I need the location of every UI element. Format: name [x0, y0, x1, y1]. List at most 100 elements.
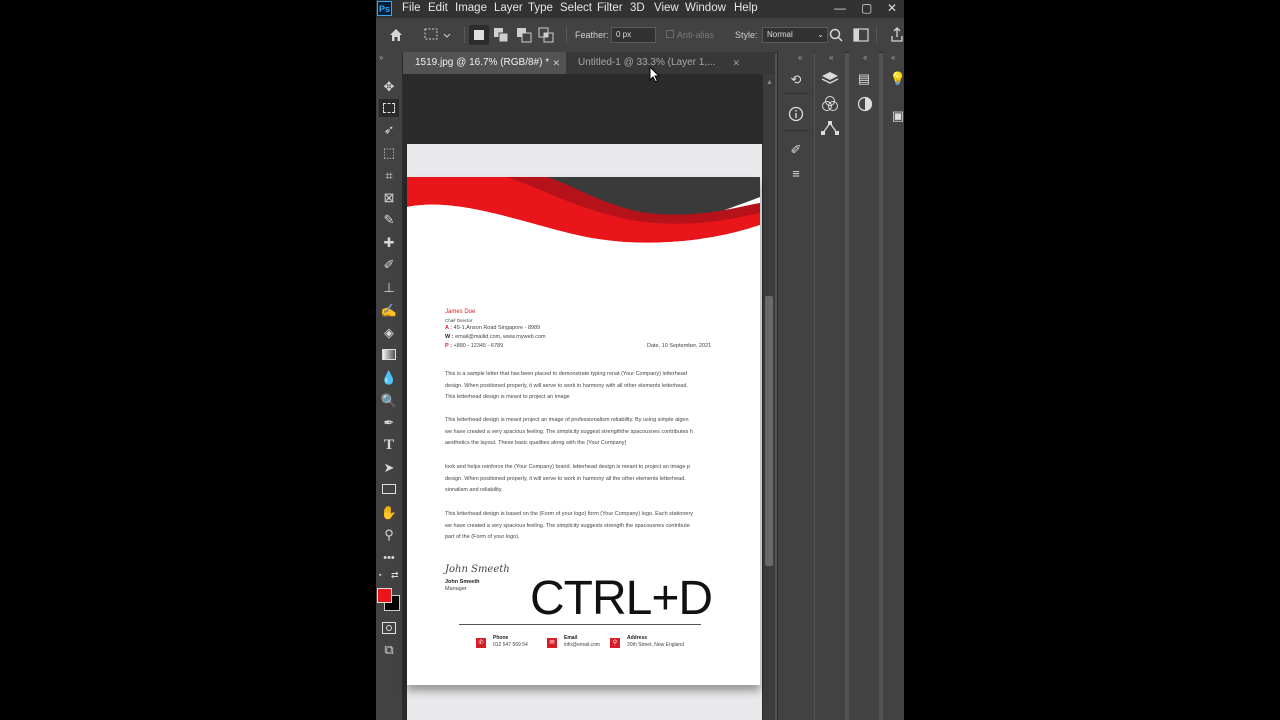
- menu-3d[interactable]: 3D: [630, 2, 645, 14]
- close-icon[interactable]: ✕: [732, 52, 740, 74]
- path-select-tool-icon[interactable]: ➤: [380, 459, 398, 477]
- paragraph-line: sionalism and reliability.: [445, 487, 503, 493]
- paragraph-line: look and helps reinforce the (Your Compa…: [445, 464, 690, 470]
- scrollbar-thumb[interactable]: [765, 296, 773, 566]
- feather-label: Feather:: [575, 30, 609, 40]
- marquee-tool-icon: [383, 103, 395, 113]
- letter-date: Date, 10 September, 2021: [647, 343, 712, 349]
- scroll-up-icon[interactable]: ▲: [766, 79, 773, 86]
- properties-panel-strip: « ⟲ ✐ ≡: [777, 52, 814, 720]
- add-selection-icon[interactable]: [493, 27, 509, 43]
- antialias-checkbox[interactable]: [666, 30, 674, 38]
- color-panel-icon[interactable]: ▤: [855, 70, 873, 88]
- menu-help[interactable]: Help: [734, 2, 758, 14]
- healing-tool-icon[interactable]: ✚: [380, 234, 398, 252]
- menu-type[interactable]: Type: [528, 2, 553, 14]
- phone-label: P :: [445, 343, 452, 349]
- foreground-color-swatch[interactable]: [377, 588, 392, 603]
- screen-mode-icon[interactable]: ⧉: [380, 641, 398, 659]
- paragraph-line: This letterhead design is based on the (…: [445, 511, 694, 517]
- subtract-selection-icon[interactable]: [516, 27, 532, 43]
- hand-tool-icon[interactable]: ✋: [380, 504, 398, 522]
- adjustments-icon[interactable]: ≡: [787, 165, 805, 183]
- gradient-tool-icon[interactable]: [382, 349, 396, 360]
- collapse-icon[interactable]: »: [379, 53, 383, 62]
- brush-tool-icon[interactable]: ✐: [380, 256, 398, 274]
- history-brush-tool-icon[interactable]: ✍: [380, 302, 398, 320]
- blur-tool-icon[interactable]: 💧: [380, 369, 398, 387]
- menu-window[interactable]: Window: [685, 2, 726, 14]
- close-icon[interactable]: ✕: [552, 52, 560, 74]
- brush-settings-icon[interactable]: ✐: [787, 141, 805, 159]
- collapse-icon[interactable]: «: [798, 53, 802, 62]
- swap-colors-icon[interactable]: ⇄: [391, 570, 399, 581]
- document-tabs: 1519.jpg @ 16.7% (RGB/8#) * ✕ Untitled-1…: [403, 52, 775, 74]
- collapse-icon[interactable]: «: [829, 53, 833, 62]
- layers-icon[interactable]: [821, 71, 839, 87]
- minimize-button[interactable]: —: [834, 1, 846, 15]
- location-glyph: ⚲: [612, 640, 618, 646]
- new-selection-icon: [474, 30, 484, 40]
- new-selection-button[interactable]: [469, 25, 489, 45]
- signer-role: Manager: [445, 586, 467, 592]
- divider: [784, 93, 810, 94]
- move-tool-icon[interactable]: ✥: [380, 78, 398, 96]
- document-canvas[interactable]: James Doe Chief Director A : 45-1,Anson …: [407, 144, 762, 720]
- object-select-tool-icon[interactable]: ⬚: [380, 144, 398, 162]
- menu-filter[interactable]: Filter: [597, 2, 623, 14]
- menu-layer[interactable]: Layer: [494, 2, 523, 14]
- maximize-button[interactable]: ▢: [861, 1, 872, 15]
- paragraph-line: aesthetics the layout. These basic quali…: [445, 440, 627, 446]
- type-tool-icon[interactable]: T: [380, 436, 398, 454]
- marquee-tool-button[interactable]: [379, 99, 399, 117]
- menu-select[interactable]: Select: [560, 2, 592, 14]
- eyedropper-tool-icon[interactable]: ✎: [380, 211, 398, 229]
- share-icon[interactable]: [890, 27, 904, 43]
- frame-tool-icon[interactable]: ⊠: [380, 189, 398, 207]
- menu-image[interactable]: Image: [455, 2, 487, 14]
- channels-icon[interactable]: [821, 95, 839, 113]
- tab-1519[interactable]: 1519.jpg @ 16.7% (RGB/8#) * ✕: [403, 52, 566, 74]
- search-icon[interactable]: [829, 28, 843, 42]
- paths-icon[interactable]: [821, 120, 839, 136]
- intersect-selection-icon[interactable]: [538, 27, 554, 43]
- vertical-scrollbar[interactable]: ▲: [763, 74, 775, 720]
- pen-tool-icon[interactable]: ✒: [380, 414, 398, 432]
- menu-view[interactable]: View: [654, 2, 679, 14]
- stamp-tool-icon[interactable]: ⊥: [380, 279, 398, 297]
- tab-label: 1519.jpg @ 16.7% (RGB/8#) *: [415, 57, 550, 68]
- marquee-preset-icon[interactable]: [424, 28, 452, 42]
- style-select[interactable]: Normal ⌄: [762, 27, 828, 43]
- lasso-tool-icon[interactable]: ➶: [380, 121, 398, 139]
- web-value: email@mailid.com, www.myweb.com: [455, 334, 546, 340]
- mouse-cursor-icon: [649, 66, 661, 83]
- close-window-button[interactable]: ✕: [887, 1, 897, 15]
- paragraph-line: part of the (Form of your logo).: [445, 534, 520, 540]
- zoom-tool-icon[interactable]: ⚲: [380, 526, 398, 544]
- rectangle-tool-icon[interactable]: [382, 484, 396, 494]
- workspace-icon[interactable]: [853, 28, 869, 42]
- antialias-label: Anti-alias: [677, 30, 715, 40]
- history-icon[interactable]: ⟲: [787, 71, 805, 89]
- quick-mask-icon[interactable]: [382, 622, 396, 634]
- collapse-icon[interactable]: «: [891, 53, 895, 62]
- info-icon[interactable]: [788, 106, 804, 122]
- default-colors-icon[interactable]: ▪: [379, 572, 387, 580]
- phone-line: P : +880 - 12345 - 6789: [445, 341, 503, 353]
- color-panel-strip: « ▤: [849, 52, 879, 720]
- more-tools-icon[interactable]: •••: [380, 549, 398, 567]
- menu-edit[interactable]: Edit: [428, 2, 448, 14]
- lightbulb-icon[interactable]: 💡: [889, 70, 904, 88]
- dodge-tool-icon[interactable]: 🔍: [380, 392, 398, 410]
- crop-tool-icon[interactable]: ⌗: [380, 167, 398, 185]
- swatches-icon[interactable]: [857, 96, 873, 112]
- libraries-icon[interactable]: ▣: [889, 107, 904, 125]
- learn-panel-strip: « 💡 ▣: [883, 52, 904, 720]
- home-icon[interactable]: [388, 27, 404, 43]
- paragraph-line: we have created a very spacious feeling.…: [445, 428, 693, 435]
- layers-panel-strip: «: [815, 52, 845, 720]
- eraser-tool-icon[interactable]: ◈: [380, 324, 398, 342]
- collapse-icon[interactable]: «: [863, 53, 867, 62]
- feather-input[interactable]: 0 px: [611, 27, 656, 43]
- menu-file[interactable]: File: [402, 2, 421, 14]
